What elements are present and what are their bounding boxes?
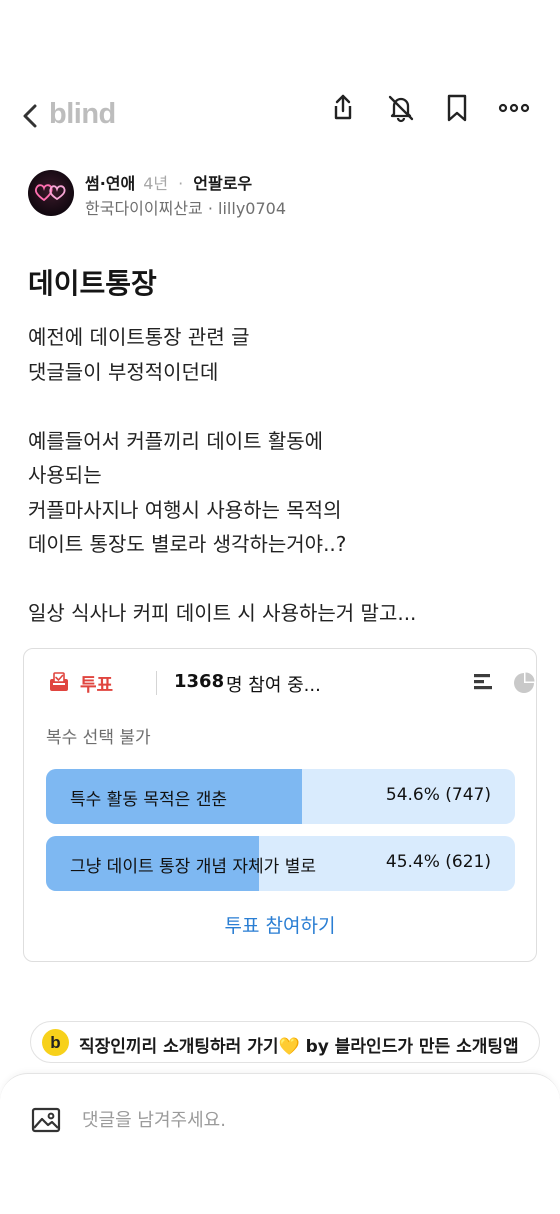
blind-badge-icon: b — [42, 1029, 69, 1056]
separator-dot: · — [202, 199, 219, 218]
poll-rule-note: 복수 선택 불가 — [46, 728, 151, 748]
author-info: 한국다이이찌산쿄 · lilly0704 — [85, 195, 286, 219]
top-bar: blind — [0, 92, 560, 140]
more-icon[interactable] — [498, 92, 530, 124]
bookmark-icon[interactable] — [441, 92, 473, 124]
poll-option-text: 그냥 데이트 통장 개념 자체가 별로 — [70, 857, 316, 877]
category-label[interactable]: 썸·연애 — [85, 174, 135, 193]
notification-off-icon[interactable] — [385, 92, 417, 124]
poll-option-result: 54.6% (747) — [385, 785, 491, 805]
app-logo[interactable]: blind — [49, 98, 116, 131]
vote-participate-link[interactable]: 투표 참여하기 — [24, 911, 536, 938]
promo-banner-text: 직장인끼리 소개팅하러 가기💛 by 블라인드가 만든 소개팅앱 — [79, 1037, 519, 1057]
post-title: 데이트통장 — [28, 267, 157, 300]
heart-avatar-icon — [34, 184, 66, 202]
poll-option-result: 45.4% (621) — [385, 852, 491, 872]
post-author-row: 썸·연애 4년 · 언팔로우 한국다이이찌산쿄 · lilly0704 — [28, 168, 548, 224]
divider — [156, 671, 157, 695]
ballot-box-icon — [50, 672, 68, 691]
post-age: 4년 — [143, 174, 169, 193]
avatar[interactable] — [28, 170, 74, 216]
participant-count: 1368 — [174, 671, 225, 692]
participant-suffix: 명 참여 중... — [226, 675, 321, 696]
poll-card: 투표 1368 명 참여 중... 복수 선택 불가 특수 활동 목적은 갠춘 … — [23, 648, 537, 962]
poll-label: 투표 — [80, 675, 114, 696]
share-icon[interactable] — [327, 92, 359, 124]
username: lilly0704 — [218, 199, 286, 218]
post-body: 예전에 데이트통장 관련 글 댓글들이 부정적이던데 예를들어서 커플끼리 데이… — [28, 325, 417, 625]
company-name[interactable]: 한국다이이찌산쿄 — [85, 199, 203, 218]
bar-chart-view-icon[interactable] — [472, 671, 494, 693]
comment-composer — [0, 1073, 560, 1214]
poll-option[interactable]: 특수 활동 목적은 갠춘 54.6% (747) — [46, 769, 515, 824]
promo-banner[interactable]: b 직장인끼리 소개팅하러 가기💛 by 블라인드가 만든 소개팅앱 — [30, 1021, 540, 1063]
poll-header: 투표 1368 명 참여 중... — [48, 671, 535, 697]
back-chevron-icon[interactable] — [18, 100, 46, 132]
poll-option[interactable]: 그냥 데이트 통장 개념 자체가 별로 45.4% (621) — [46, 836, 515, 891]
pie-chart-view-icon[interactable] — [512, 671, 536, 695]
unfollow-button[interactable]: 언팔로우 — [193, 174, 252, 193]
poll-option-text: 특수 활동 목적은 갠춘 — [70, 790, 227, 810]
comment-input[interactable] — [82, 1104, 522, 1136]
post-meta: 썸·연애 4년 · 언팔로우 — [85, 170, 252, 194]
image-attach-icon[interactable] — [31, 1107, 61, 1133]
separator-dot: · — [178, 174, 184, 193]
